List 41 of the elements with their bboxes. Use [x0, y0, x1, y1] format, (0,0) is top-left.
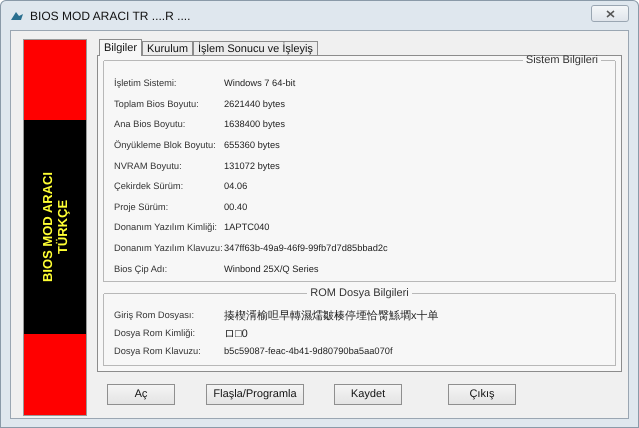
action-button[interactable]: Çıkış: [448, 384, 516, 404]
tab[interactable]: Kurulum: [142, 41, 193, 56]
field-label: Donanım Yazılım Klavuzu:: [114, 243, 224, 254]
tab[interactable]: Bilgiler: [99, 39, 142, 56]
field-value: 347ff63b-49a9-46f9-99fb7d7d85bbad2c: [224, 243, 388, 254]
field-label: Toplam Bios Boyutu:: [114, 98, 200, 109]
field-label: Bios Çip Adı:: [114, 264, 168, 274]
field-label: Giriş Rom Dosyası:: [114, 310, 196, 320]
action-button[interactable]: Flaşla/Programla: [206, 384, 304, 404]
group-title: Sistem Bilgileri: [524, 54, 599, 66]
field-value: 655360 bytes: [224, 140, 280, 150]
banner-text: BIOS MOD ARACI: [40, 172, 55, 282]
action-button[interactable]: Kaydet: [334, 384, 402, 404]
field-label: NVRAM Boyutu:: [114, 160, 183, 171]
banner-text: TÜRKÇE: [55, 200, 70, 254]
field-label: Çekirdek Sürüm:: [114, 181, 184, 192]
tab[interactable]: İşlem Sonucu ve İşleyiş: [192, 41, 318, 56]
field-label: Dosya Rom Klavuzu:: [114, 346, 202, 356]
field-value: 1APTC040: [224, 222, 270, 232]
field-value: 131072 bytes: [224, 160, 280, 171]
field-label: Önyükleme Blok Boyutu:: [114, 140, 217, 150]
close-button[interactable]: [591, 5, 629, 22]
close-icon: [606, 10, 614, 18]
field-value: b5c59087-feac-4b41-9d80790ba5aa070f: [224, 346, 393, 356]
group-title: ROM Dosya Bilgileri: [309, 287, 410, 299]
app-icon: [10, 10, 24, 22]
field-label: Proje Sürüm:: [114, 202, 170, 212]
action-button[interactable]: Aç: [107, 384, 175, 404]
field-value: 00.40: [224, 202, 248, 212]
field-value: 2621440 bytes: [224, 98, 285, 109]
field-value: Winbond 25X/Q Series: [224, 264, 319, 274]
field-label: Dosya Rom Kimliği:: [114, 328, 196, 338]
field-value: ロ□0: [224, 326, 248, 340]
field-label: İşletim Sistemi:: [114, 78, 178, 88]
field-label: Ana Bios Boyutu:: [114, 119, 186, 130]
field-value: Windows 7 64-bit: [224, 78, 296, 88]
window-title: BIOS MOD ARACI TR ....R ....: [30, 8, 190, 22]
field-value: 1638400 bytes: [224, 119, 285, 130]
field-value: 揍楔湑榆呾早轉濕燸皺楱停堙恰臋鯀墹x十单: [224, 308, 438, 322]
field-value: 04.06: [224, 181, 248, 192]
field-label: Donanım Yazılım Kimliği:: [114, 222, 218, 232]
